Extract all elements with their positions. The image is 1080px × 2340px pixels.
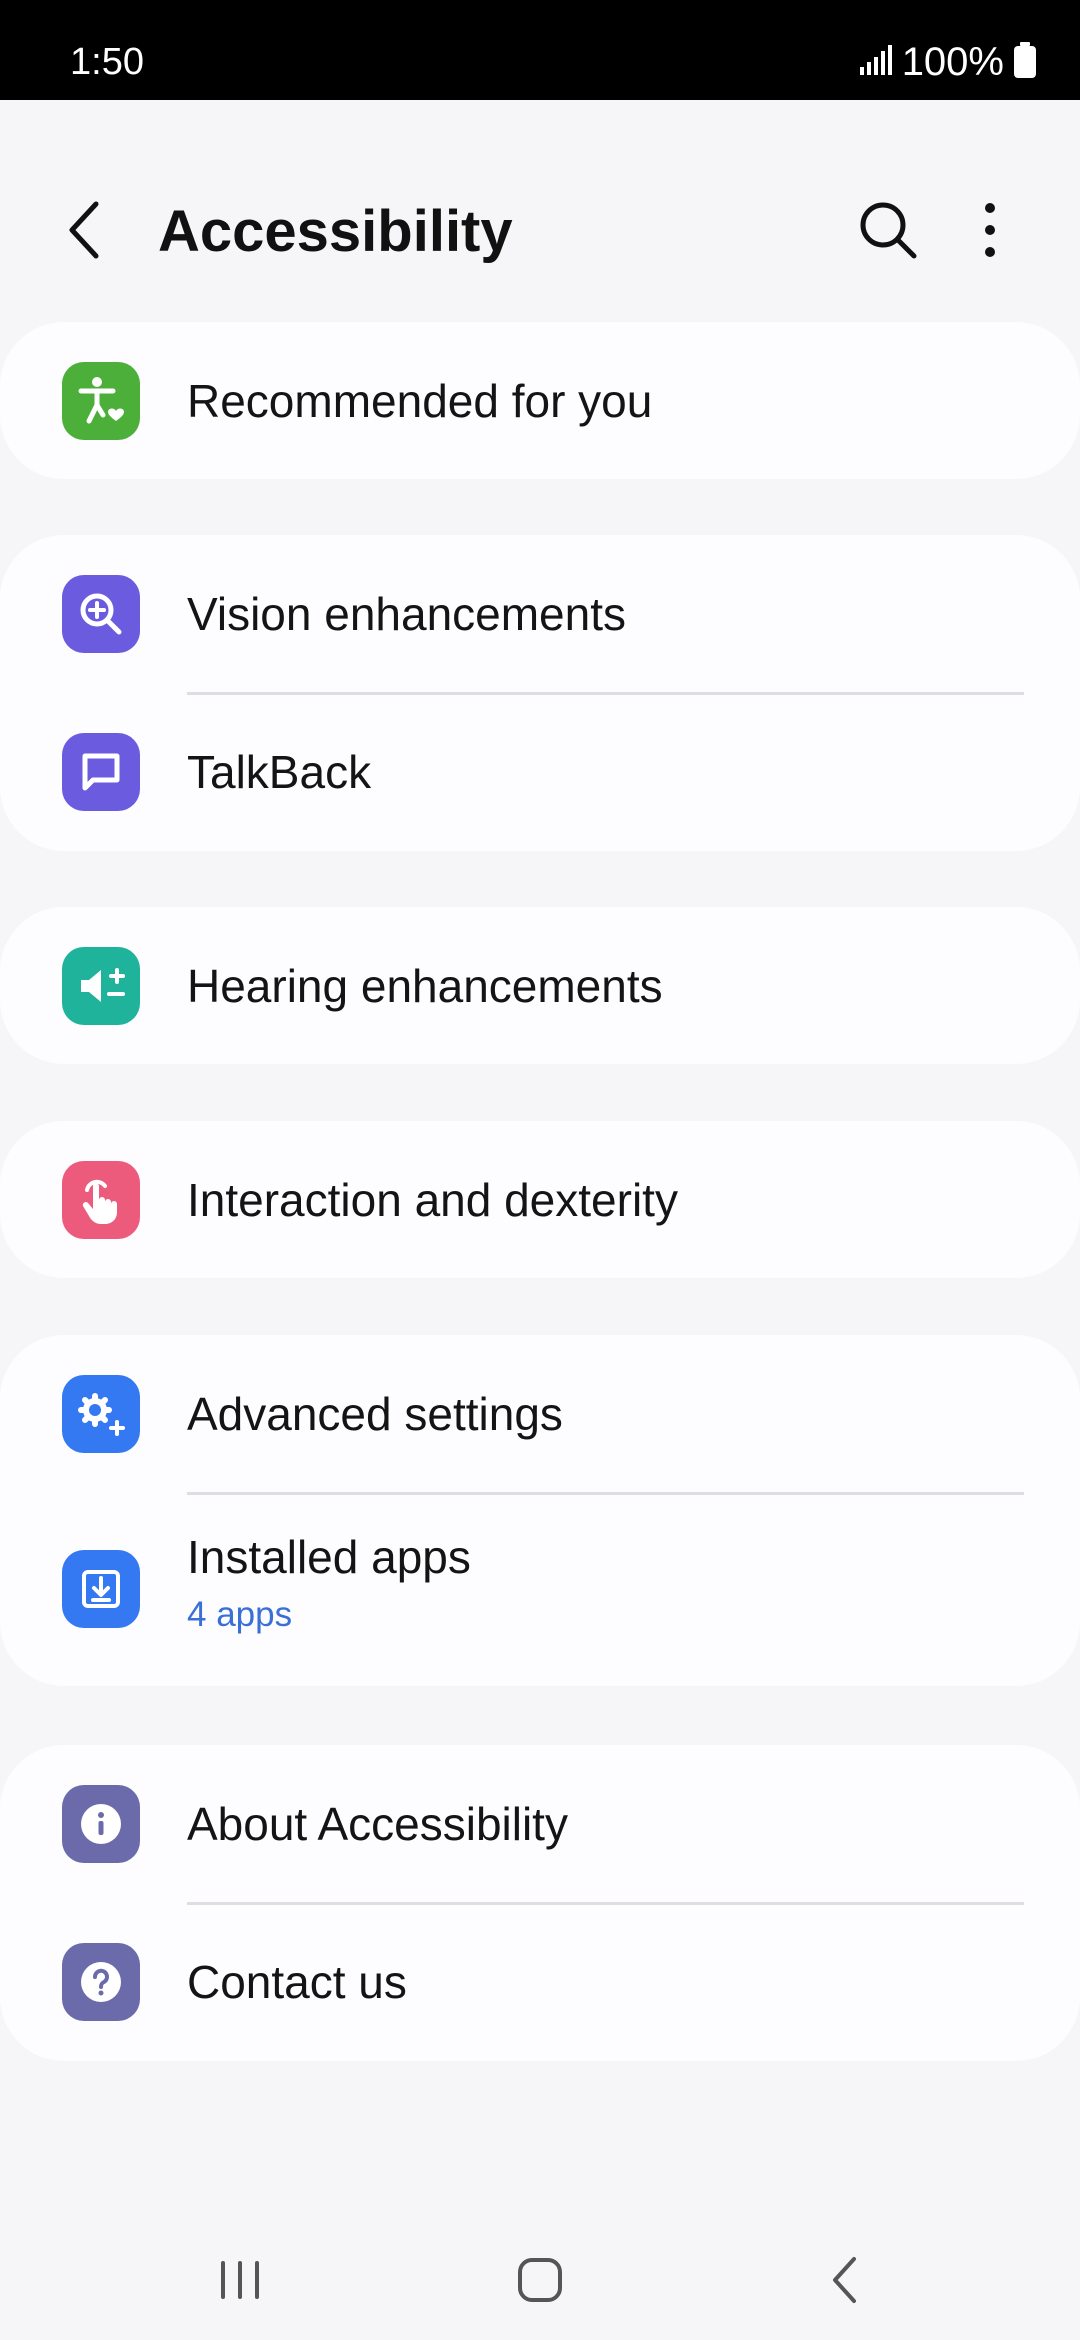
list-item-interaction-and-dexterity[interactable]: Interaction and dexterity bbox=[0, 1121, 1080, 1279]
magnifier-plus-icon bbox=[62, 575, 140, 653]
list-item-label: Contact us bbox=[187, 1956, 407, 2008]
battery-percent: 100% bbox=[901, 40, 1004, 84]
status-indicators: 100% bbox=[859, 36, 1036, 88]
list-item-label: About Accessibility bbox=[187, 1798, 568, 1850]
list-item-label: Advanced settings bbox=[187, 1388, 563, 1440]
search-button[interactable] bbox=[856, 198, 920, 262]
gear-plus-icon bbox=[62, 1375, 140, 1453]
settings-card-about: About Accessibility Contact us bbox=[0, 1745, 1080, 2061]
touch-hand-icon bbox=[62, 1161, 140, 1239]
status-bar: 1:50 100% bbox=[0, 0, 1080, 100]
list-item-recommended-for-you[interactable]: Recommended for you bbox=[0, 322, 1080, 480]
chevron-left-icon bbox=[69, 201, 99, 259]
settings-card-hearing: Hearing enhancements bbox=[0, 907, 1080, 1064]
list-item-label: Recommended for you bbox=[187, 375, 653, 427]
list-item-label: Interaction and dexterity bbox=[187, 1174, 678, 1226]
battery-icon bbox=[1014, 41, 1036, 83]
list-item-installed-apps[interactable]: Installed apps 4 apps bbox=[0, 1493, 1080, 1686]
list-item-talkback[interactable]: TalkBack bbox=[0, 693, 1080, 851]
installed-apps-count: 4 apps bbox=[187, 1595, 293, 1634]
page-title: Accessibility bbox=[158, 199, 513, 264]
more-vertical-icon bbox=[985, 203, 995, 257]
recents-button[interactable] bbox=[200, 2240, 280, 2320]
speaker-plus-minus-icon bbox=[62, 947, 140, 1025]
list-item-label: Hearing enhancements bbox=[187, 960, 663, 1012]
list-item-label: Installed apps bbox=[187, 1531, 471, 1583]
question-icon bbox=[62, 1943, 140, 2021]
list-item-about-accessibility[interactable]: About Accessibility bbox=[0, 1745, 1080, 1903]
recents-icon bbox=[221, 2261, 259, 2299]
app-bar: Accessibility bbox=[0, 150, 1080, 310]
back-icon bbox=[833, 2257, 856, 2303]
list-item-label: Vision enhancements bbox=[187, 588, 626, 640]
status-time: 1:50 bbox=[70, 41, 144, 83]
search-icon bbox=[860, 202, 917, 259]
more-options-button[interactable] bbox=[958, 198, 1022, 262]
settings-card-recommended: Recommended for you bbox=[0, 322, 1080, 479]
list-item-label: TalkBack bbox=[187, 746, 372, 798]
list-item-hearing-enhancements[interactable]: Hearing enhancements bbox=[0, 907, 1080, 1065]
list-item-contact-us[interactable]: Contact us bbox=[0, 1903, 1080, 2061]
back-button[interactable] bbox=[56, 198, 120, 262]
home-icon bbox=[518, 2258, 562, 2302]
accessibility-person-icon bbox=[62, 362, 140, 440]
signal-icon bbox=[859, 44, 892, 80]
download-box-icon bbox=[62, 1550, 140, 1628]
list-item-advanced-settings[interactable]: Advanced settings bbox=[0, 1335, 1080, 1493]
settings-card-advanced: Advanced settings Installed apps 4 apps bbox=[0, 1335, 1080, 1686]
nav-back-button[interactable] bbox=[806, 2240, 886, 2320]
list-item-vision-enhancements[interactable]: Vision enhancements bbox=[0, 535, 1080, 693]
speech-bubble-icon bbox=[62, 733, 140, 811]
system-nav-bar bbox=[0, 2220, 1080, 2340]
info-icon bbox=[62, 1785, 140, 1863]
home-button[interactable] bbox=[500, 2240, 580, 2320]
settings-card-vision: Vision enhancements TalkBack bbox=[0, 535, 1080, 851]
settings-card-interaction: Interaction and dexterity bbox=[0, 1121, 1080, 1278]
